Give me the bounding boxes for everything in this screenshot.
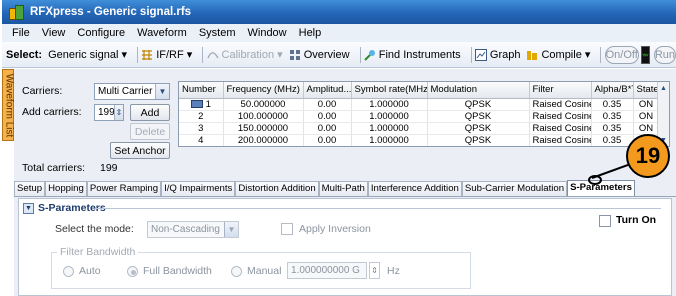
radio-selected-icon [127, 265, 138, 277]
delete-button[interactable]: Delete [130, 123, 170, 140]
toolbar: Select: Generic signal ▾ IF/RF ▾ Calibra… [2, 42, 676, 68]
filter-bandwidth-legend: Filter Bandwidth [57, 246, 139, 258]
table-row[interactable]: 1 50.000000 0.00 1.000000 QPSK Raised Co… [179, 98, 660, 111]
select-label: Select: [6, 48, 43, 61]
window-title: RFXpress - Generic signal.rfs [30, 6, 192, 18]
manual-radio[interactable]: Manual [231, 265, 281, 277]
tab-setup[interactable]: Setup [14, 181, 46, 196]
menu-configure[interactable]: Configure [71, 27, 131, 39]
row-selector-icon [190, 99, 203, 108]
turn-on-label: Turn On [616, 214, 657, 226]
overview-button[interactable]: Overview [289, 49, 350, 61]
column-header[interactable]: State [633, 82, 660, 99]
column-header[interactable]: Frequency (MHz) [223, 82, 304, 99]
tab-distortion-addition[interactable]: Distortion Addition [235, 181, 319, 196]
chevron-down-icon: ▼ [224, 222, 238, 237]
menu-system[interactable]: System [193, 27, 242, 39]
overview-icon [289, 49, 300, 60]
turn-on-checkbox[interactable] [599, 215, 611, 227]
table-header: Number Frequency (MHz) Amplitud... Symbo… [179, 82, 660, 99]
chevron-down-icon: ▼ [155, 84, 169, 99]
menu-view[interactable]: View [36, 27, 72, 39]
find-instruments-icon [364, 49, 375, 61]
table-row[interactable]: 3 150.000000 0.00 1.000000 QPSK Raised C… [179, 122, 660, 135]
total-carriers-value: 199 [100, 162, 118, 174]
carriers-label: Carriers: [22, 85, 63, 97]
section-header: ▼ S-Parameters [23, 202, 106, 214]
column-header[interactable]: Modulation [427, 82, 530, 99]
column-header[interactable]: Number [179, 82, 224, 99]
full-bandwidth-radio[interactable]: Full Bandwidth [127, 265, 212, 277]
apply-inversion-checkbox[interactable] [281, 223, 293, 235]
tab-interference-addition[interactable]: Interference Addition [367, 181, 462, 196]
auto-radio[interactable]: Auto [63, 265, 101, 277]
app-window: RFXpress - Generic signal.rfs File View … [2, 0, 676, 296]
ifrf-icon [142, 49, 153, 60]
calibration-button[interactable]: Calibration ▾ [206, 48, 283, 61]
compile-button[interactable]: Compile ▾ [526, 48, 590, 61]
column-header[interactable]: Filter [529, 82, 592, 99]
manual-bandwidth-input[interactable]: 1.000000000 G [287, 262, 367, 279]
mode-select[interactable]: Non-Cascading ▼ [147, 221, 239, 238]
menu-waveform[interactable]: Waveform [131, 27, 193, 39]
carrier-mode-select[interactable]: Multi Carrier ▼ [94, 83, 170, 100]
graph-button[interactable]: Graph [474, 48, 520, 61]
graph-icon [474, 48, 487, 61]
compile-icon [527, 50, 538, 60]
mode-label: Select the mode: [55, 223, 134, 235]
ifrf-button[interactable]: IF/RF ▾ [141, 48, 192, 61]
add-button[interactable]: Add [130, 104, 170, 121]
tab-power-ramping[interactable]: Power Ramping [86, 181, 162, 196]
tab-strip: Setup Hopping Power Ramping I/Q Impairme… [14, 180, 676, 197]
collapse-icon[interactable]: ▼ [23, 202, 34, 214]
apply-inversion-label: Apply Inversion [299, 223, 371, 235]
column-header[interactable]: Alpha/B*T [591, 82, 634, 99]
column-header[interactable]: Symbol rate(MHz) [351, 82, 428, 99]
s-parameters-panel: ▼ S-Parameters Turn On Select the mode: … [18, 198, 672, 296]
stepper-icon: ⇕ [114, 105, 123, 120]
callout-badge: 19 [626, 134, 670, 178]
menu-help[interactable]: Help [293, 27, 328, 39]
table-row[interactable]: 2 100.000000 0.00 1.000000 QPSK Raised C… [179, 110, 660, 123]
main-area: Carriers: Multi Carrier ▼ Add carriers: … [14, 69, 676, 296]
waveform-icon [640, 45, 650, 64]
run-button[interactable]: Run [653, 45, 676, 64]
find-instruments-button[interactable]: Find Instruments [364, 49, 461, 61]
app-icon [8, 5, 24, 20]
menu-file[interactable]: File [6, 27, 36, 39]
waveform-list-tab[interactable]: Waveform List [2, 69, 15, 141]
radio-icon [63, 265, 74, 277]
add-carriers-stepper[interactable]: 199 ⇕ [94, 104, 124, 121]
tab-sub-carrier-modulation[interactable]: Sub-Carrier Modulation [461, 181, 568, 196]
tab-hopping[interactable]: Hopping [45, 181, 87, 196]
tab-iq-impairments[interactable]: I/Q Impairments [161, 181, 236, 196]
set-anchor-button[interactable]: Set Anchor [110, 142, 170, 159]
tab-multi-path[interactable]: Multi-Path [318, 181, 368, 196]
bandwidth-stepper-icon[interactable]: ⇕ [369, 262, 380, 279]
total-carriers-label: Total carriers: [22, 162, 86, 174]
radio-icon [231, 265, 242, 277]
add-carriers-label: Add carriers: [22, 106, 82, 118]
title-bar: RFXpress - Generic signal.rfs [2, 0, 676, 24]
carriers-table: Number Frequency (MHz) Amplitud... Symbo… [178, 81, 670, 147]
menu-bar: File View Configure Waveform System Wind… [2, 24, 676, 42]
scroll-up-icon[interactable]: ▲ [658, 82, 669, 94]
column-header[interactable]: Amplitud... [303, 82, 352, 99]
menu-window[interactable]: Window [242, 27, 293, 39]
select-dropdown[interactable]: Generic signal ▾ [48, 48, 127, 62]
divider [95, 208, 661, 209]
table-row[interactable]: 4 200.000000 0.00 1.000000 QPSK Raised C… [179, 134, 660, 146]
hz-unit-label: Hz [387, 265, 400, 277]
on-off-button[interactable]: On/Off [604, 45, 639, 64]
calibration-icon [206, 51, 219, 58]
dropdown-arrow-icon: ▾ [121, 49, 127, 61]
